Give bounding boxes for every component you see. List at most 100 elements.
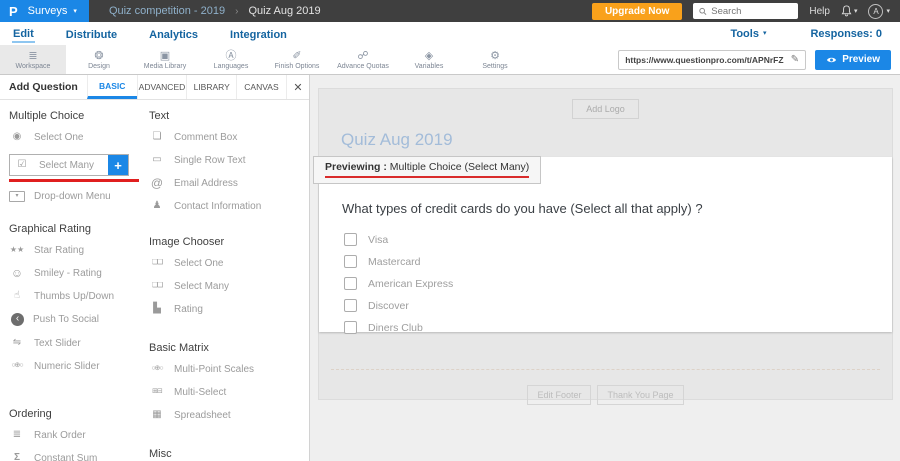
multi-select-icon: ⊞⊟ [149, 386, 165, 398]
toolbar-languages[interactable]: Ⓐ Languages [198, 45, 264, 74]
toolbar-workspace[interactable]: ≣ Workspace [0, 45, 66, 74]
previewing-red-underline [325, 176, 529, 178]
qtype-contact-information[interactable]: ♟ Contact Information [149, 200, 304, 212]
checkbox[interactable] [344, 321, 357, 334]
qtype-single-row-text[interactable]: ▭ Single Row Text [149, 154, 304, 166]
question-card[interactable]: Previewing : Multiple Choice (Select Man… [319, 157, 892, 332]
survey-url-input[interactable] [625, 55, 786, 65]
qtype-star-rating[interactable]: ★★ Star Rating [9, 244, 149, 256]
question-type-col2: Text ❏ Comment Box ▭ Single Row Text @ E… [149, 110, 304, 461]
qtype-rank-order[interactable]: ≣ Rank Order [9, 429, 149, 441]
qtype-multi-point-scales[interactable]: ○⊕○ Multi-Point Scales [149, 363, 304, 375]
qtype-select-many-selected[interactable]: ☑ Select Many + [9, 154, 129, 176]
qtype-image-select-one[interactable]: ❏❏ Select One [149, 257, 304, 269]
toolbar-design[interactable]: ❂ Design [66, 45, 132, 74]
upgrade-now-button[interactable]: Upgrade Now [592, 3, 682, 20]
checkbox[interactable] [344, 299, 357, 312]
panel-header: Add Question BASIC ADVANCED LIBRARY CANV… [0, 75, 309, 100]
toolbar-advance-quotas[interactable]: ☍ Advance Quotas [330, 45, 396, 74]
workspace-toolbar: ≣ Workspace ❂ Design ▣ Media Library Ⓐ L… [0, 45, 900, 75]
toolbar-finish-options[interactable]: ✐ Finish Options [264, 45, 330, 74]
qtype-select-one[interactable]: ◉ Select One [9, 131, 149, 143]
search-input[interactable] [711, 6, 792, 17]
nav-tab-integration[interactable]: Integration [229, 26, 288, 42]
qtype-numeric-slider[interactable]: ○⊕○ Numeric Slider [9, 360, 149, 372]
survey-url-box[interactable]: ✎ [618, 50, 806, 70]
group-header: Multiple Choice [9, 110, 149, 122]
previewing-badge: Previewing : Multiple Choice (Select Man… [313, 156, 541, 184]
option-row-discover[interactable]: Discover [344, 299, 892, 312]
close-icon[interactable]: ✕ [286, 75, 309, 99]
thank-you-page-button[interactable]: Thank You Page [597, 385, 683, 405]
account-menu[interactable]: A ▾ [868, 4, 890, 19]
product-switcher[interactable]: Surveys ▾ [28, 5, 77, 17]
tab-advanced[interactable]: ADVANCED [137, 75, 187, 99]
image-pair-icon: ❏❏ [149, 280, 165, 292]
search-box[interactable] [693, 3, 798, 19]
qtype-text-slider[interactable]: ⇋ Text Slider [9, 337, 149, 349]
option-row-diners-club[interactable]: Diners Club [344, 321, 892, 334]
option-row-american-express[interactable]: American Express [344, 277, 892, 290]
option-row-visa[interactable]: Visa [344, 233, 892, 246]
chart-blocks-icon: ▙ [149, 303, 165, 315]
qtype-thumbs-up-down[interactable]: ☝ Thumbs Up/Down [9, 290, 149, 302]
toolbar-media-library[interactable]: ▣ Media Library [132, 45, 198, 74]
checkbox[interactable] [344, 233, 357, 246]
chevron-down-icon: ▾ [854, 8, 858, 15]
qtype-select-many[interactable]: ☑ Select Many [10, 155, 108, 175]
rank-list-icon: ≣ [9, 429, 25, 441]
nav-tab-edit[interactable]: Edit [12, 25, 35, 43]
tab-library[interactable]: LIBRARY [186, 75, 236, 99]
tools-label: Tools [730, 28, 759, 40]
breadcrumb-separator-icon: › [235, 6, 238, 17]
responses-link[interactable]: Responses: 0 [810, 28, 882, 40]
search-icon [699, 7, 707, 16]
nav-tab-analytics[interactable]: Analytics [148, 26, 199, 42]
survey-page: Add Logo Quiz Aug 2019 Previewing : Mult… [318, 88, 893, 400]
add-logo-button[interactable]: Add Logo [572, 99, 639, 119]
option-row-mastercard[interactable]: Mastercard [344, 255, 892, 268]
tools-menu[interactable]: Tools ▾ [730, 28, 766, 40]
multi-point-icon: ○⊕○ [149, 363, 165, 375]
qtype-image-rating[interactable]: ▙ Rating [149, 303, 304, 315]
qtype-constant-sum[interactable]: Σ Constant Sum [9, 452, 149, 461]
qtype-comment-box[interactable]: ❏ Comment Box [149, 131, 304, 143]
chevron-down-icon: ▾ [73, 8, 77, 15]
group-header: Text [149, 110, 304, 122]
app-window: P Surveys ▾ Quiz competition - 2019 › Qu… [0, 0, 900, 461]
checkbox[interactable] [344, 277, 357, 290]
qtype-push-to-social[interactable]: ‹ Push To Social [9, 313, 149, 326]
text-field-icon: ▭ [149, 154, 165, 166]
product-name: Surveys [28, 5, 68, 17]
group-graphical-rating: Graphical Rating ★★ Star Rating ☺ Smiley… [9, 223, 149, 372]
panel-title: Add Question [0, 75, 87, 99]
group-misc: Misc ▤ Date / Time ⊡ Captcha [149, 448, 304, 461]
qtype-email-address[interactable]: @ Email Address [149, 177, 304, 189]
qtype-smiley-rating[interactable]: ☺ Smiley - Rating [9, 267, 149, 279]
qtype-dropdown-menu[interactable]: ▾ Drop-down Menu [9, 191, 149, 202]
preview-button[interactable]: Preview [815, 50, 891, 70]
at-sign-icon: @ [149, 177, 165, 189]
help-link[interactable]: Help [809, 6, 830, 17]
qtype-multi-select[interactable]: ⊞⊟ Multi-Select [149, 386, 304, 398]
wand-icon: ✐ [292, 50, 301, 62]
stars-icon: ★★ [9, 244, 25, 256]
checkbox[interactable] [344, 255, 357, 268]
group-header: Ordering [9, 408, 149, 420]
add-select-many-button[interactable]: + [108, 155, 128, 175]
grid-icon: ▦ [149, 409, 165, 421]
toolbar-variables[interactable]: ◈ Variables [396, 45, 462, 74]
edit-footer-button[interactable]: Edit Footer [527, 385, 591, 405]
survey-title[interactable]: Quiz Aug 2019 [341, 130, 892, 150]
qtype-image-select-many[interactable]: ❏❏ Select Many [149, 280, 304, 292]
logo-area[interactable]: P Surveys ▾ [0, 0, 89, 22]
edit-url-pencil-icon[interactable]: ✎ [791, 54, 799, 65]
tab-basic[interactable]: BASIC [87, 75, 137, 99]
notifications-menu[interactable]: ▾ [841, 5, 858, 17]
tag-icon: ◈ [425, 50, 433, 62]
nav-tab-distribute[interactable]: Distribute [65, 26, 118, 42]
tab-canvas[interactable]: CANVAS [236, 75, 286, 99]
breadcrumb-parent[interactable]: Quiz competition - 2019 [109, 5, 225, 17]
qtype-spreadsheet[interactable]: ▦ Spreadsheet [149, 409, 304, 421]
toolbar-settings[interactable]: ⚙ Settings [462, 45, 528, 74]
